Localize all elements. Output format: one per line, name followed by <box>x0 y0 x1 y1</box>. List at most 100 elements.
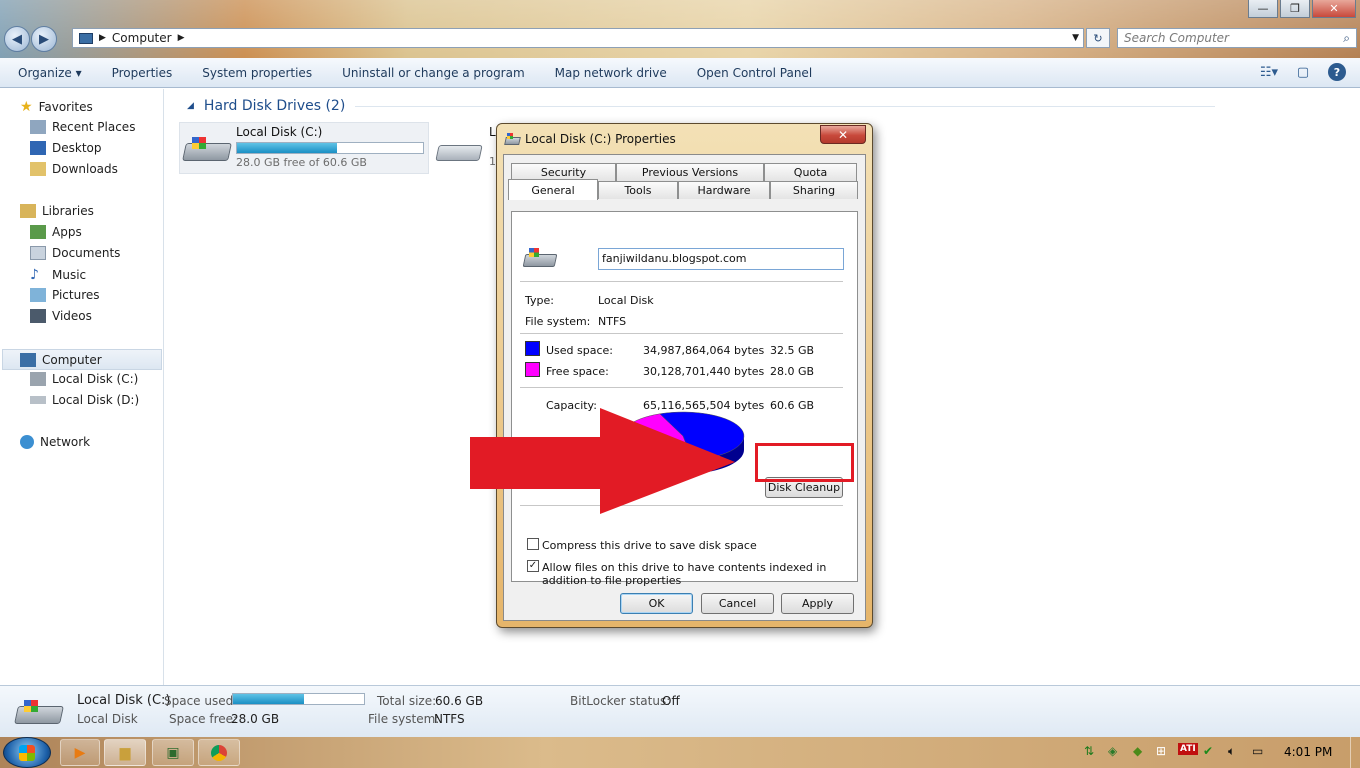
tray-network-activity-icon[interactable]: ⇅ <box>1084 744 1094 758</box>
nav-favorites[interactable]: ★ Favorites <box>20 99 93 115</box>
breadcrumb-computer[interactable]: Computer <box>112 31 172 45</box>
window-controls: — ❐ ✕ <box>1248 0 1356 18</box>
start-button[interactable] <box>3 737 51 768</box>
collapse-icon[interactable]: ◢ <box>187 101 194 111</box>
cancel-button[interactable]: Cancel <box>701 593 774 614</box>
nav-downloads[interactable]: Downloads <box>30 162 118 176</box>
compress-checkbox[interactable] <box>527 538 539 550</box>
tab-hardware[interactable]: Hardware <box>678 181 770 199</box>
recent-places-icon <box>30 120 46 134</box>
details-space-used-label: Space used: <box>164 694 238 708</box>
nav-desktop[interactable]: Desktop <box>30 141 102 155</box>
nav-label: Documents <box>52 246 121 260</box>
nav-recent-places[interactable]: Recent Places <box>30 120 135 134</box>
nav-documents[interactable]: Documents <box>30 246 120 260</box>
used-space-bytes: 34,987,864,064 bytes <box>643 344 765 357</box>
drive-label-input[interactable]: fanjiwildanu.blogspot.com <box>598 248 844 270</box>
tab-general[interactable]: General <box>508 179 598 200</box>
preview-pane-icon[interactable]: ▢ <box>1294 63 1312 81</box>
nav-libraries[interactable]: Libraries <box>20 204 94 218</box>
drive-c-capacity-bar <box>236 142 424 154</box>
nav-network[interactable]: Network <box>20 435 90 449</box>
group-header[interactable]: ◢ Hard Disk Drives (2) <box>187 98 1216 114</box>
tray-sync-icon[interactable]: ◈ <box>1108 744 1117 758</box>
forward-button[interactable]: ▶ <box>31 26 57 52</box>
dialog-close-button[interactable]: ✕ <box>820 125 866 144</box>
tray-volume-icon[interactable]: 🔈︎ <box>1228 744 1235 759</box>
back-button[interactable]: ◀ <box>4 26 30 52</box>
maximize-button[interactable]: ❐ <box>1280 0 1310 18</box>
tab-tools[interactable]: Tools <box>598 181 678 199</box>
tab-previous-versions[interactable]: Previous Versions <box>616 163 764 181</box>
details-bitlocker-label: BitLocker status: <box>570 694 671 708</box>
nav-computer[interactable]: Computer <box>2 349 162 370</box>
properties-button[interactable]: Properties <box>112 66 173 80</box>
nav-videos[interactable]: Videos <box>30 309 92 323</box>
tray-check-icon[interactable]: ✔ <box>1203 744 1213 758</box>
details-fs-value: NTFS <box>434 712 465 726</box>
chrome-icon <box>211 744 227 761</box>
details-pane: Local Disk (C:) Local Disk Space used: S… <box>0 685 1360 737</box>
organize-button[interactable]: Organize ▾ <box>18 66 82 80</box>
nav-label: Apps <box>52 225 82 239</box>
breadcrumb-chevron-icon[interactable]: ▶ <box>178 33 185 43</box>
folder-icon: ▆ <box>119 744 131 761</box>
nav-label: Computer <box>42 352 102 367</box>
nav-apps[interactable]: Apps <box>30 225 82 239</box>
apps-icon <box>30 225 46 239</box>
help-icon[interactable]: ? <box>1328 63 1346 81</box>
tray-ati-icon[interactable]: ATI <box>1178 743 1198 755</box>
index-checkbox[interactable]: ✓ <box>527 560 539 572</box>
nav-label: Desktop <box>52 141 102 155</box>
show-desktop-button[interactable] <box>1350 737 1360 768</box>
ok-button[interactable]: OK <box>620 593 693 614</box>
map-network-drive-button[interactable]: Map network drive <box>555 66 667 80</box>
search-input[interactable]: Search Computer ⌕ <box>1117 28 1357 48</box>
nav-label: Local Disk (C:) <box>52 372 139 386</box>
forward-arrow-icon: ▶ <box>39 31 49 47</box>
details-space-free-value: 28.0 GB <box>231 712 280 726</box>
uninstall-program-button[interactable]: Uninstall or change a program <box>342 66 525 80</box>
desktop-icon <box>30 141 46 155</box>
taskbar-task-manager[interactable]: ▣ <box>152 739 194 766</box>
taskbar-clock[interactable]: 4:01 PM <box>1284 745 1332 759</box>
tab-sharing[interactable]: Sharing <box>770 181 858 199</box>
details-space-free-label: Space free: <box>169 712 238 726</box>
details-name: Local Disk (C:) <box>77 693 171 708</box>
details-fs-label: File system: <box>368 712 440 726</box>
nav-label: Pictures <box>52 288 100 302</box>
close-button[interactable]: ✕ <box>1312 0 1356 18</box>
view-options-icon[interactable]: ☷▾ <box>1260 63 1278 81</box>
properties-dialog: Local Disk (C:) Properties ✕ Security Pr… <box>496 123 873 628</box>
nav-pictures[interactable]: Pictures <box>30 288 100 302</box>
free-space-label: Free space: <box>546 365 609 378</box>
nav-label: Local Disk (D:) <box>52 393 140 407</box>
address-dropdown-icon[interactable]: ▼ <box>1072 33 1079 43</box>
nav-local-disk-c[interactable]: Local Disk (C:) <box>30 372 138 386</box>
group-title: Hard Disk Drives (2) <box>203 98 346 114</box>
taskbar-chrome[interactable] <box>198 739 240 766</box>
details-total-size-label: Total size: <box>377 694 437 708</box>
dialog-drive-icon <box>504 133 521 146</box>
drive-tile-c[interactable]: Local Disk (C:) 28.0 GB free of 60.6 GB <box>179 122 429 174</box>
taskbar: ▶ ▆ ▣ ⇅ ◈ ◆ ⊞ ATI ✔ 🔈︎ ▭ 4:01 PM <box>0 737 1360 768</box>
dialog-title: Local Disk (C:) Properties <box>525 132 676 146</box>
nav-local-disk-d[interactable]: Local Disk (D:) <box>30 393 139 407</box>
open-control-panel-button[interactable]: Open Control Panel <box>697 66 812 80</box>
tray-layers-icon[interactable]: ◆ <box>1133 744 1142 758</box>
apply-button[interactable]: Apply <box>781 593 854 614</box>
nav-music[interactable]: ♪ Music <box>30 267 86 283</box>
hard-drive-d-icon[interactable] <box>435 139 483 169</box>
drive-d-name-partial: L <box>489 125 496 139</box>
taskbar-media-player[interactable]: ▶ <box>60 739 100 766</box>
address-bar[interactable]: ▶ Computer ▶ ▼ <box>72 28 1084 48</box>
taskbar-explorer[interactable]: ▆ <box>104 739 146 766</box>
tray-display-icon[interactable]: ▭ <box>1252 744 1263 758</box>
refresh-button[interactable]: ↻ <box>1086 28 1110 48</box>
tray-windows-icon[interactable]: ⊞ <box>1156 744 1166 758</box>
documents-icon <box>30 246 46 260</box>
tab-quota[interactable]: Quota <box>764 163 857 181</box>
star-icon: ★ <box>20 99 33 115</box>
system-properties-button[interactable]: System properties <box>202 66 312 80</box>
minimize-button[interactable]: — <box>1248 0 1278 18</box>
